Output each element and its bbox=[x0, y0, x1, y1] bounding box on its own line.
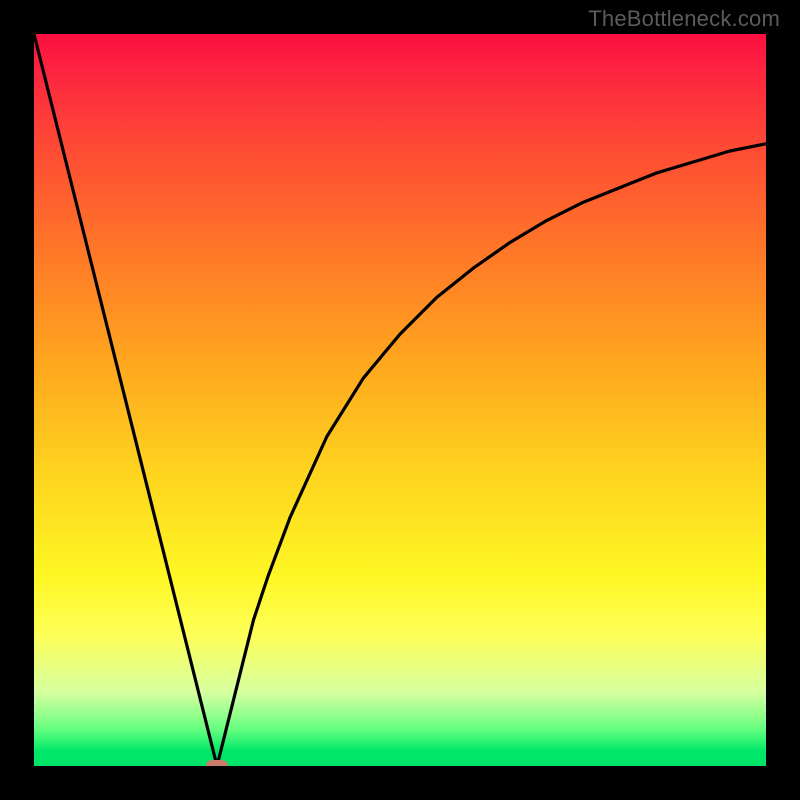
curve-path bbox=[34, 34, 766, 766]
minimum-marker bbox=[206, 760, 228, 766]
curve-layer bbox=[34, 34, 766, 766]
plot-area bbox=[34, 34, 766, 766]
chart-frame: TheBottleneck.com bbox=[0, 0, 800, 800]
watermark-text: TheBottleneck.com bbox=[588, 6, 780, 32]
